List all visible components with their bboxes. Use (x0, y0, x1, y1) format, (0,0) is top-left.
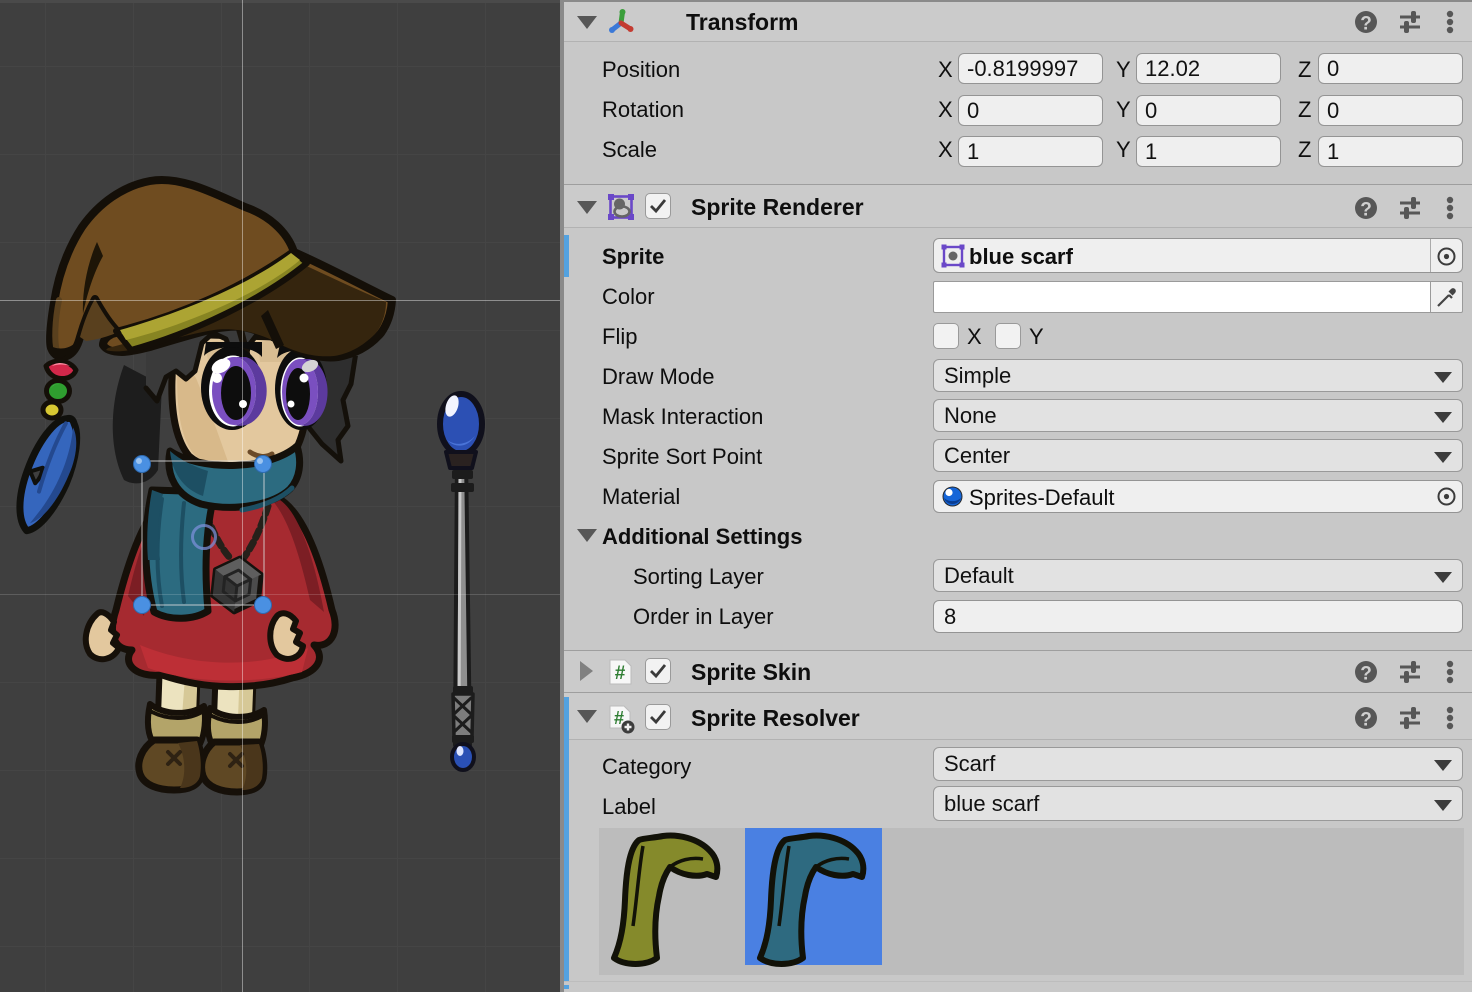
svg-text:#: # (615, 663, 626, 684)
svg-text:?: ? (1360, 14, 1372, 35)
